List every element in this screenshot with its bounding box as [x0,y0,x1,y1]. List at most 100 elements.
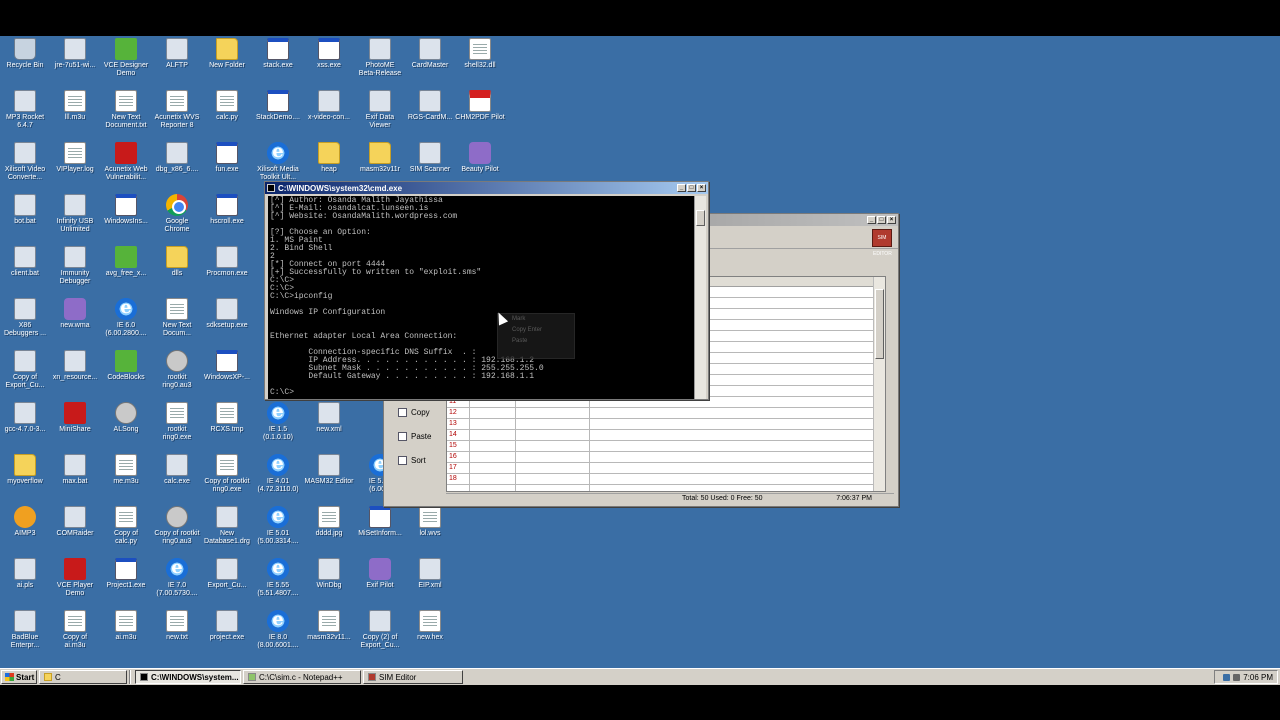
desktop-icon[interactable]: Procmon.exe [202,246,252,278]
menu-item-mark[interactable]: Mark [498,314,574,325]
desktop-icon[interactable]: rootkit ring0.au3 [152,350,202,390]
start-button[interactable]: Start [1,670,37,684]
desktop-icon[interactable]: rootkit ring0.exe [152,402,202,442]
scrollbar-thumb[interactable] [696,210,705,226]
table-row[interactable]: 15 [447,441,885,452]
desktop-icon[interactable]: MiSetInform... [355,506,405,538]
desktop-icon[interactable]: new.xml [304,402,354,434]
desktop-icon[interactable]: AIMP3 [0,506,50,538]
task-notepadpp[interactable]: C:\C\sim.c - Notepad++ [243,670,361,684]
desktop-icon[interactable]: MASM32 Editor [304,454,354,486]
desktop-icon[interactable]: IE 1.5 (0.1.0.10) [253,401,303,442]
desktop-icon[interactable]: Export_Cu... [202,558,252,590]
desktop-icon[interactable]: lol.wvs [405,506,455,538]
desktop-icon[interactable]: avg_free_x... [101,246,151,278]
desktop-icon[interactable]: me.m3u [101,454,151,486]
desktop-icon[interactable]: New Folder [202,38,252,70]
table-row[interactable]: 16 [447,452,885,463]
desktop-icon[interactable]: ALFTP [152,38,202,70]
desktop-icon[interactable]: ai.m3u [101,610,151,642]
menu-item-paste[interactable]: Paste [498,336,574,347]
desktop-icon[interactable]: CHM2PDF Pilot [455,90,505,122]
desktop-icon[interactable]: Exif Pilot [355,558,405,590]
desktop-icon[interactable]: Infinity USB Unlimited [50,194,100,234]
desktop-icon[interactable]: New Database1.drg [202,506,252,546]
desktop-icon[interactable]: hscroll.exe [202,194,252,226]
desktop-icon[interactable]: calc.py [202,90,252,122]
desktop-icon[interactable]: RGS-CardM... [405,90,455,122]
desktop-icon[interactable]: sdksetup.exe [202,298,252,330]
console-output[interactable]: [^] Author: Osanda Malith Jayathissa [^] … [268,196,694,399]
table-row[interactable]: 18 [447,474,885,485]
minimize-button[interactable]: _ [677,184,686,192]
cmd-window[interactable]: C:\WINDOWS\system32\cmd.exe _ □ × [^] Au… [264,181,709,400]
paste-button[interactable]: Paste [386,424,444,448]
desktop-icon[interactable]: shell32.dll [455,38,505,70]
desktop-icon[interactable]: Copy of rootkit ring0.exe [202,454,252,494]
maximize-button[interactable]: □ [687,184,696,192]
desktop-icon[interactable]: Copy of ai.m3u [50,610,100,650]
desktop-icon[interactable]: Immunity Debugger [50,246,100,286]
desktop-icon[interactable]: VCE Player Demo [50,558,100,598]
desktop-icon[interactable]: new.txt [152,610,202,642]
desktop-icon[interactable]: WindowsXP-... [202,350,252,382]
desktop-icon[interactable]: project.exe [202,610,252,642]
desktop-icon[interactable]: masm32v11... [304,610,354,642]
desktop-icon[interactable]: stack.exe [253,38,303,70]
desktop-icon[interactable]: Beauty Pilot [455,142,505,174]
desktop-icon[interactable]: PhotoME Beta-Release [355,38,405,78]
desktop-icon[interactable]: COMRaider [50,506,100,538]
desktop-icon[interactable]: SIM Scanner [405,142,455,174]
desktop-icon[interactable]: fun.exe [202,142,252,174]
desktop-icon[interactable]: xn_resource... [50,350,100,382]
desktop-icon[interactable]: IE 4.01 (4.72.3110.0) [253,453,303,494]
network-icon[interactable] [1223,673,1231,681]
desktop-icon[interactable]: Xilisoft Video Converte... [0,142,50,182]
desktop-icon[interactable]: Copy (2) of Export_Cu... [355,610,405,650]
scrollbar-thumb[interactable] [875,289,884,359]
grid-scrollbar[interactable] [873,277,885,491]
desktop-icon[interactable]: New Text Document.txt [101,90,151,130]
table-row[interactable]: 14 [447,430,885,441]
table-row[interactable]: 13 [447,419,885,430]
desktop-icon[interactable]: ALSong [101,402,151,434]
desktop-icon[interactable]: dlls [152,246,202,278]
desktop-icon[interactable]: heap [304,142,354,174]
table-row[interactable]: 12 [447,408,885,419]
desktop-icon[interactable]: WindowsIns... [101,194,151,226]
desktop-icon[interactable]: RCXS.tmp [202,402,252,434]
desktop-icon[interactable]: Copy of Export_Cu... [0,350,50,390]
desktop-icon[interactable]: Xilisoft Media Toolkit Ult... [253,141,303,182]
desktop-icon[interactable]: max.bat [50,454,100,486]
console-scrollbar[interactable] [694,196,706,399]
desktop-icon[interactable]: Acunetix Web Vulnerabilit... [101,142,151,182]
desktop-icon[interactable]: CodeBlocks [101,350,151,382]
quicklaunch-c[interactable]: C [39,670,127,684]
desktop-icon[interactable]: EIP.xml [405,558,455,590]
desktop-icon[interactable]: myoverflow [0,454,50,486]
desktop-icon[interactable]: Recycle Bin [0,38,50,70]
desktop-icon[interactable]: Exif Data Viewer [355,90,405,130]
desktop-icon[interactable]: New Text Docum... [152,298,202,338]
desktop-icon[interactable]: CardMaster [405,38,455,70]
desktop-icon[interactable]: X86 Debuggers ... [0,298,50,338]
desktop-icon[interactable]: StackDemo.... [253,90,303,122]
task-sim-editor[interactable]: SIM Editor [363,670,463,684]
table-row[interactable]: 17 [447,463,885,474]
desktop-icon[interactable]: Acunetix WVS Reporter 8 [152,90,202,130]
desktop-icon[interactable]: Google Chrome [152,194,202,234]
desktop-icon[interactable]: IE 6.0 (6.00.2800.... [101,297,151,338]
desktop-icon[interactable]: Copy of calc.py [101,506,151,546]
desktop-icon[interactable]: IE 5.01 (5.00.3314.... [253,505,303,546]
desktop-icon[interactable]: masm32v11r [355,142,405,174]
maximize-button[interactable]: □ [877,216,886,224]
menu-item-copy[interactable]: Copy Enter [498,325,574,336]
desktop-icon[interactable]: new.wma [50,298,100,330]
copy-button[interactable]: Copy [386,400,444,424]
desktop-icon[interactable]: bot.bat [0,194,50,226]
desktop-icon[interactable]: WinDbg [304,558,354,590]
desktop-icon[interactable]: Copy of rootkit ring0.au3 [152,506,202,546]
desktop-icon[interactable]: ai.pls [0,558,50,590]
close-button[interactable]: × [697,184,706,192]
desktop-icon[interactable]: calc.exe [152,454,202,486]
